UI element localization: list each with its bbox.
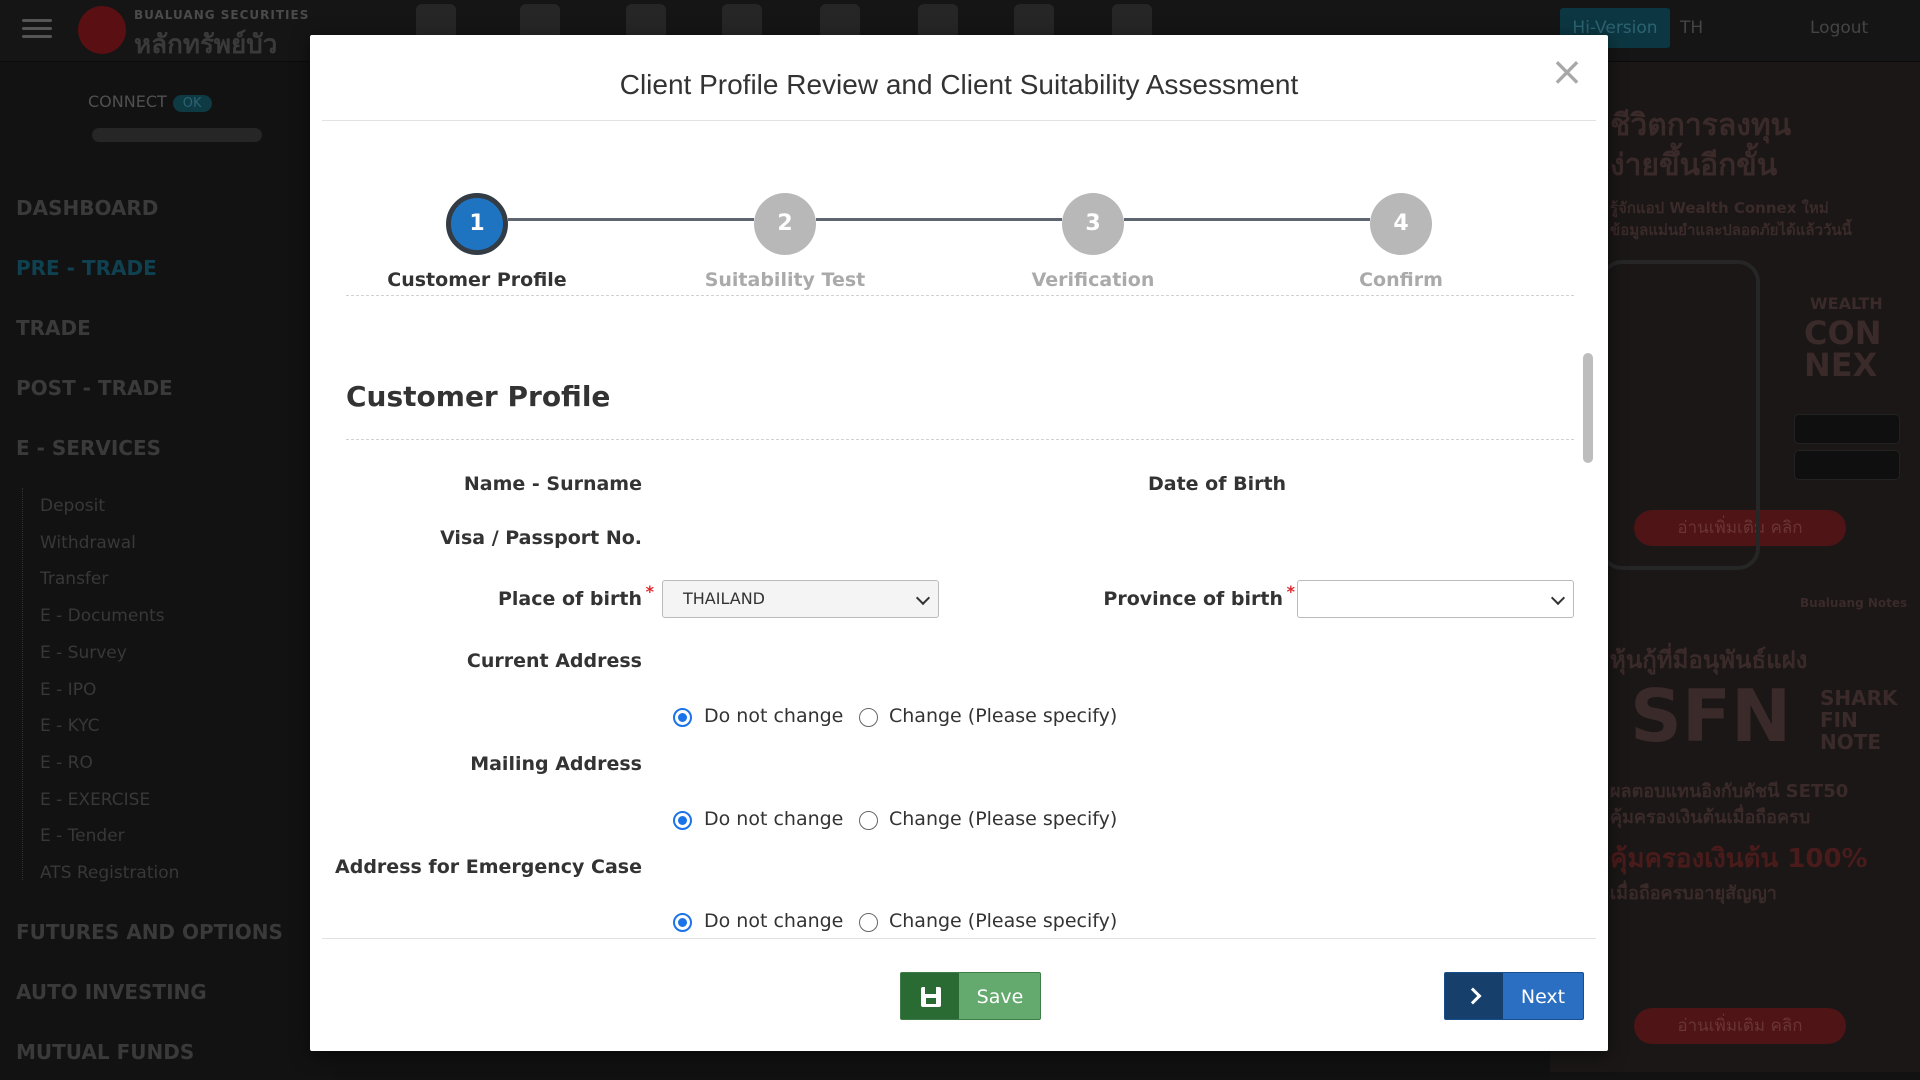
current-address-keep-label[interactable]: Do not change [704, 705, 843, 727]
place-of-birth-value: THAILAND [683, 589, 765, 608]
save-button[interactable]: Save [900, 972, 1041, 1020]
stepper-divider [346, 295, 1574, 296]
close-icon[interactable]: × [1550, 52, 1584, 92]
required-mark: * [645, 582, 654, 601]
save-button-label: Save [976, 986, 1024, 1008]
step-connector [1124, 218, 1370, 221]
mailing-address-label: Mailing Address [470, 753, 642, 775]
emergency-address-label: Address for Emergency Case [335, 856, 642, 878]
current-address-change-radio[interactable] [859, 708, 878, 727]
step-4-label: Confirm [1359, 269, 1443, 291]
chevron-down-icon [915, 590, 931, 606]
floppy-disk-icon [921, 987, 941, 1007]
visa-passport-label: Visa / Passport No. [440, 527, 642, 549]
step-3-indicator: 3 [1062, 193, 1124, 255]
step-connector [508, 218, 754, 221]
modal-scrollbar[interactable] [1583, 353, 1593, 973]
chevron-right-icon [1464, 987, 1482, 1005]
save-icon-box [901, 973, 959, 1019]
step-2-indicator: 2 [754, 193, 816, 255]
mailing-address-keep-radio[interactable] [673, 811, 692, 830]
mailing-address-keep-label[interactable]: Do not change [704, 808, 843, 830]
chevron-down-icon [1550, 590, 1566, 606]
place-of-birth-text: Place of birth [497, 588, 642, 610]
next-icon-box [1445, 973, 1503, 1019]
current-address-label: Current Address [466, 650, 642, 672]
suitability-modal: Client Profile Review and Client Suitabi… [310, 35, 1608, 1051]
current-address-keep-radio[interactable] [673, 708, 692, 727]
scrollbar-thumb[interactable] [1583, 353, 1593, 463]
step-1-indicator: 1 [446, 193, 508, 255]
current-address-change-label[interactable]: Change (Please specify) [889, 705, 1117, 727]
place-of-birth-select[interactable]: THAILAND [662, 580, 939, 618]
mailing-address-change-label[interactable]: Change (Please specify) [889, 808, 1117, 830]
mailing-address-options: Do not change Change (Please specify) [662, 808, 1142, 834]
mailing-address-change-radio[interactable] [859, 811, 878, 830]
emergency-address-change-label[interactable]: Change (Please specify) [889, 910, 1117, 932]
emergency-address-keep-label[interactable]: Do not change [704, 910, 843, 932]
step-2-label: Suitability Test [704, 269, 866, 291]
modal-title: Client Profile Review and Client Suitabi… [619, 69, 1299, 100]
modal-header: Client Profile Review and Client Suitabi… [322, 35, 1596, 121]
province-of-birth-select[interactable] [1297, 580, 1574, 618]
emergency-address-options: Do not change Change (Please specify) [662, 910, 1142, 936]
current-address-options: Do not change Change (Please specify) [662, 705, 1142, 731]
name-surname-label: Name - Surname [463, 473, 642, 495]
step-1-label: Customer Profile [387, 269, 567, 291]
required-mark: * [1286, 582, 1295, 601]
emergency-address-change-radio[interactable] [859, 913, 878, 932]
step-connector [816, 218, 1062, 221]
date-of-birth-label: Date of Birth [1148, 473, 1287, 495]
emergency-address-keep-radio[interactable] [673, 913, 692, 932]
step-3-label: Verification [1031, 269, 1155, 291]
modal-footer: Save Next [322, 938, 1596, 1051]
section-title: Customer Profile [346, 380, 611, 413]
province-of-birth-text: Province of birth [1103, 588, 1283, 610]
place-of-birth-label: Place of birth * [497, 582, 654, 610]
progress-stepper: 1 2 3 4 Customer Profile Suitability Tes… [346, 155, 1574, 295]
next-button-label: Next [1520, 986, 1566, 1008]
next-button[interactable]: Next [1444, 972, 1584, 1020]
province-of-birth-label: Province of birth * [1103, 582, 1295, 610]
step-4-indicator: 4 [1370, 193, 1432, 255]
section-divider [346, 439, 1574, 440]
